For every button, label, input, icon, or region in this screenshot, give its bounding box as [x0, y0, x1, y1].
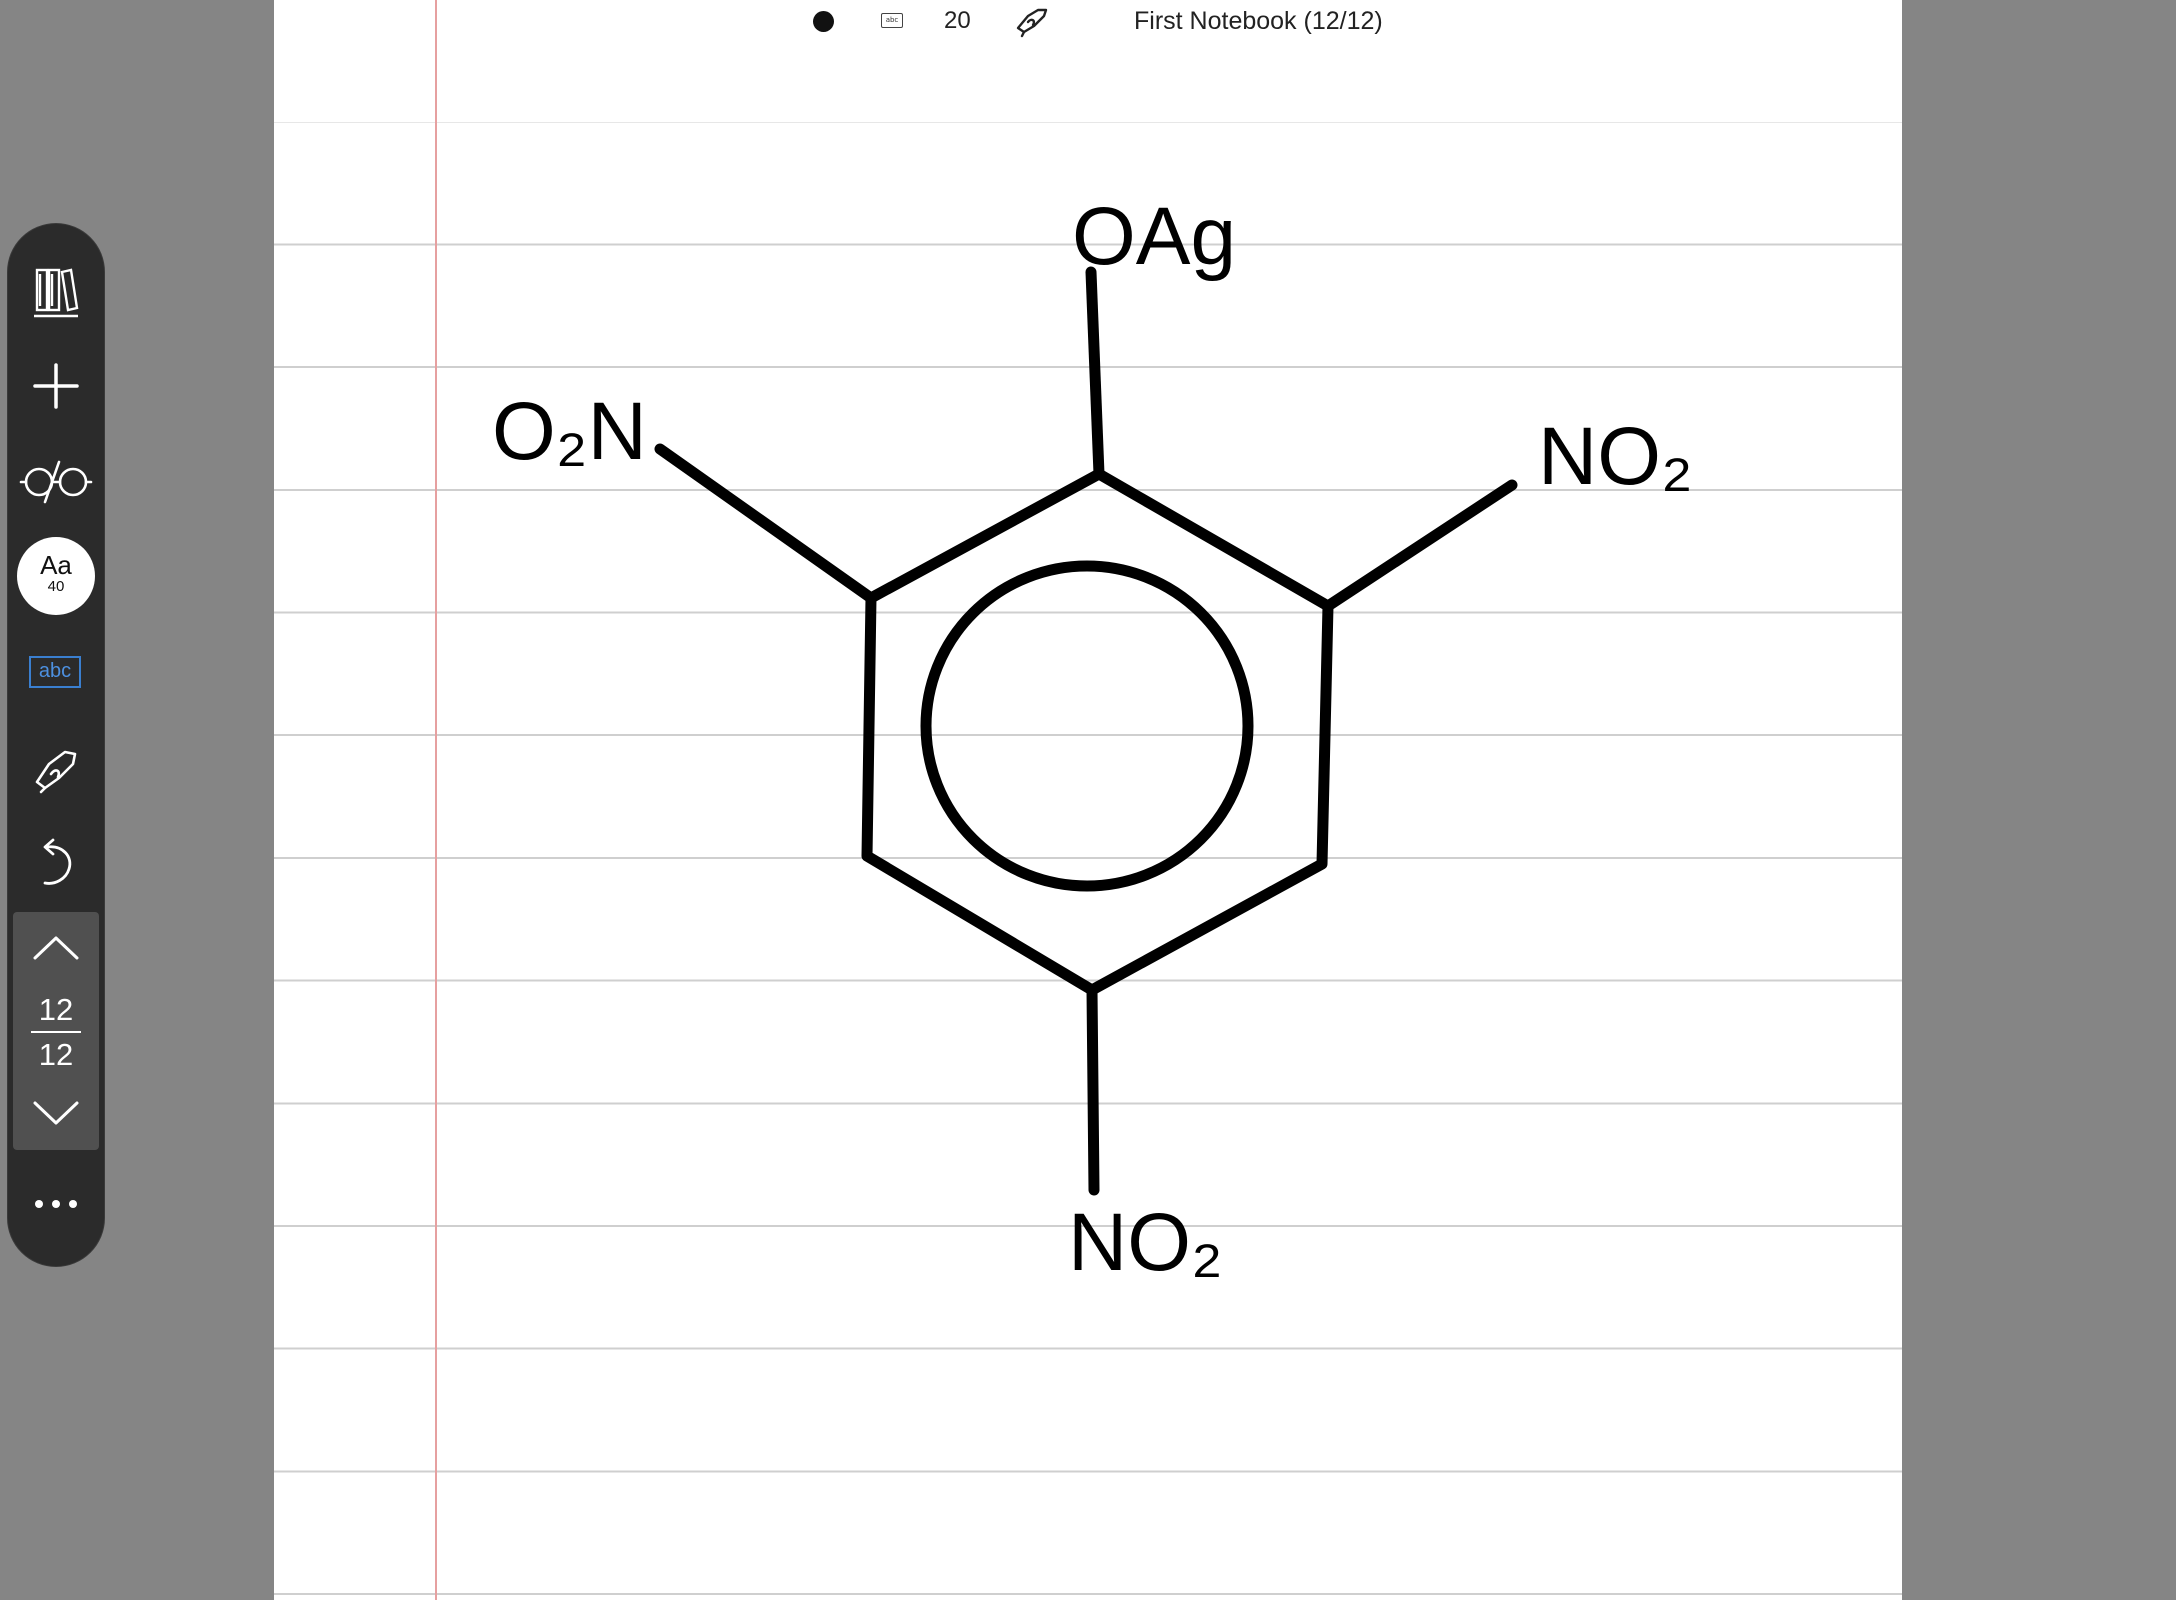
total-pages-number: 12 [38, 1037, 74, 1072]
undo-icon [43, 838, 72, 885]
notebook-page[interactable]: abc 20 First Notebook (12/12) OAg O₂N NO… [274, 0, 1902, 1600]
pen-tool-button[interactable] [8, 729, 104, 809]
library-button[interactable] [8, 252, 104, 332]
glasses-icon [19, 460, 93, 504]
page-fraction-divider [31, 1031, 81, 1033]
add-page-button[interactable] [8, 346, 104, 426]
font-size-button[interactable]: Aa 40 [17, 537, 95, 615]
font-size-value: 40 [47, 578, 65, 595]
current-page-number: 12 [38, 992, 74, 1027]
view-mode-button[interactable] [8, 442, 104, 522]
label-bottom: NO₂ [1068, 1197, 1223, 1288]
label-left: O₂N [492, 386, 647, 477]
bond-left [654, 443, 877, 604]
more-dot [52, 1200, 60, 1208]
toolbar: Aa 40 abc 12 12 [8, 224, 104, 1266]
label-right: NO₂ [1538, 411, 1693, 502]
library-icon [34, 268, 79, 318]
add-page-icon [33, 363, 79, 409]
font-label: Aa [40, 550, 72, 580]
page-navigator: 12 12 [13, 912, 99, 1150]
text-mode-button[interactable]: abc [29, 656, 81, 688]
more-icon[interactable] [8, 1184, 104, 1224]
undo-button[interactable] [8, 824, 104, 904]
more-dot [35, 1200, 43, 1208]
bond-top [1085, 266, 1105, 480]
bond-right [1322, 479, 1518, 612]
benzene-ring-bond [861, 468, 1334, 996]
bond-bottom [1086, 984, 1100, 1196]
aromatic-circle [920, 560, 1254, 892]
more-dot [69, 1200, 77, 1208]
pen-icon [35, 750, 77, 794]
label-top: OAg [1072, 191, 1237, 282]
chevron-up-icon[interactable] [32, 934, 80, 962]
chevron-down-icon[interactable] [32, 1099, 80, 1127]
